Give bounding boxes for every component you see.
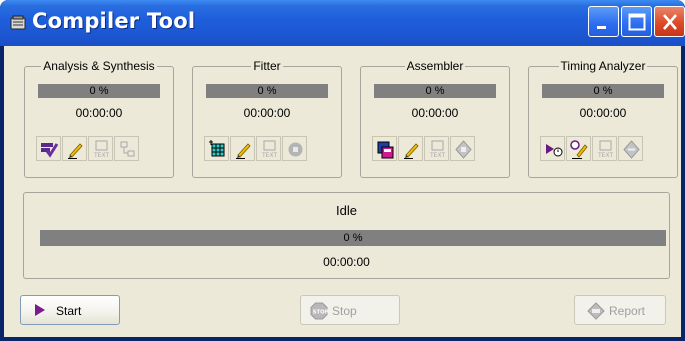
overall-progress-bar: 0 %	[40, 230, 666, 246]
start-button[interactable]: Start	[20, 295, 120, 325]
svg-text:STOP: STOP	[313, 310, 328, 316]
play-icon	[35, 304, 45, 316]
text-report-button[interactable]: TEXT	[88, 136, 113, 161]
start-fitter-icon	[209, 140, 225, 157]
stage-progress-bar: 0 %	[38, 84, 160, 98]
text-report-button[interactable]: TEXT	[424, 136, 449, 161]
stage-title: Analysis & Synthesis	[41, 59, 157, 73]
stage-title: Timing Analyzer	[558, 59, 648, 73]
overall-status-label: Idle	[336, 203, 357, 218]
report-button-label: Report	[609, 304, 646, 318]
overall-progress-label: 0 %	[343, 232, 363, 244]
minimize-icon	[597, 26, 606, 29]
edit-settings-icon	[68, 143, 83, 159]
start-button-label: Start	[56, 304, 82, 318]
start-assembler-icon	[377, 141, 394, 159]
text-report-icon: TEXT	[93, 140, 109, 159]
minimize-button[interactable]	[588, 6, 619, 37]
window-title: Compiler Tool	[32, 9, 196, 33]
programmer-icon	[455, 140, 472, 159]
chip-planner-icon	[288, 142, 303, 157]
svg-text:TEXT: TEXT	[429, 152, 445, 159]
edit-settings-button[interactable]	[62, 136, 87, 161]
report-viewer-icon	[623, 140, 640, 159]
stage-progress-bar: 0 %	[206, 84, 328, 98]
stage-elapsed-time: 00:00:00	[75, 106, 123, 120]
svg-text:TEXT: TEXT	[93, 152, 109, 159]
compiler-tool-window: Compiler Tool Analysis & Synthesis 0 % 0…	[0, 0, 685, 341]
netlist-viewer-icon	[120, 141, 135, 157]
netlist-viewer-button[interactable]	[114, 136, 139, 161]
stop-button-label: Stop	[332, 304, 357, 318]
report-icon	[587, 302, 605, 320]
stage-progress-label: 0 %	[593, 85, 613, 97]
programmer-button[interactable]	[450, 136, 475, 161]
text-report-icon: TEXT	[429, 140, 445, 159]
overall-status-panel: Idle 0 % 00:00:00	[23, 192, 670, 279]
stop-button[interactable]: STOP Stop	[300, 295, 400, 325]
timing-settings-icon	[570, 140, 588, 159]
edit-settings-button[interactable]	[230, 136, 255, 161]
start-analysis-icon	[41, 143, 59, 158]
stage-progress-bar: 0 %	[374, 84, 496, 98]
edit-settings-button[interactable]	[398, 136, 423, 161]
start-assembler-button[interactable]	[372, 136, 397, 161]
stage-assembler: Assembler 0 % 00:00:00 TEXT	[360, 59, 510, 178]
edit-settings-icon	[404, 143, 419, 159]
overall-elapsed-time: 00:00:00	[323, 255, 370, 269]
stage-analysis-synthesis: Analysis & Synthesis 0 % 00:00:00 TEXT	[24, 59, 174, 178]
report-viewer-button[interactable]	[618, 136, 643, 161]
app-icon	[10, 15, 26, 30]
stage-title: Assembler	[404, 59, 466, 73]
close-icon	[663, 14, 677, 30]
chip-planner-button[interactable]	[282, 136, 307, 161]
start-analysis-button[interactable]	[36, 136, 61, 161]
stage-progress-label: 0 %	[89, 85, 109, 97]
stage-elapsed-time: 00:00:00	[411, 106, 459, 120]
text-report-button[interactable]: TEXT	[256, 136, 281, 161]
stage-fitter: Fitter 0 % 00:00:00 TEXT	[192, 59, 342, 178]
text-report-button[interactable]: TEXT	[592, 136, 617, 161]
stop-sign-icon: STOP	[310, 302, 328, 320]
close-button[interactable]	[654, 6, 685, 37]
report-button[interactable]: Report	[574, 295, 666, 325]
svg-text:TEXT: TEXT	[261, 152, 277, 159]
client-area: Analysis & Synthesis 0 % 00:00:00 TEXT F…	[4, 46, 681, 337]
stage-progress-label: 0 %	[425, 85, 445, 97]
stage-progress-bar: 0 %	[542, 84, 664, 98]
stage-title: Fitter	[251, 59, 283, 73]
stage-elapsed-time: 00:00:00	[243, 106, 291, 120]
start-fitter-button[interactable]	[204, 136, 229, 161]
title-bar[interactable]: Compiler Tool	[0, 0, 685, 46]
start-timing-icon	[546, 144, 563, 157]
maximize-icon	[628, 13, 646, 31]
text-report-icon: TEXT	[597, 140, 613, 159]
svg-text:TEXT: TEXT	[597, 152, 613, 159]
text-report-icon: TEXT	[261, 140, 277, 159]
stage-timing-analyzer: Timing Analyzer 0 % 00:00:00 TEXT	[528, 59, 678, 178]
start-timing-button[interactable]	[540, 136, 565, 161]
stage-elapsed-time: 00:00:00	[579, 106, 627, 120]
edit-settings-icon	[236, 143, 251, 159]
timing-settings-button[interactable]	[566, 136, 591, 161]
maximize-button[interactable]	[621, 6, 652, 37]
stage-progress-label: 0 %	[257, 85, 277, 97]
